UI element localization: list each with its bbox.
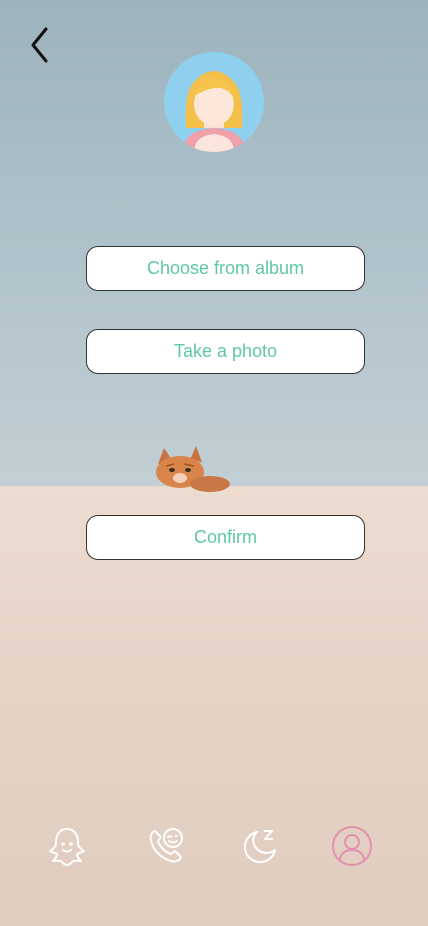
phone-icon [149,828,183,863]
choose-from-album-button[interactable]: Choose from album [86,246,365,291]
tab-sleep[interactable] [234,818,284,874]
tab-call[interactable] [141,818,191,874]
moon-sleep-icon [243,830,276,864]
chevron-left-icon [31,27,48,63]
back-button[interactable] [22,24,58,66]
avatar[interactable] [164,52,264,152]
choose-from-album-label: Choose from album [146,258,305,278]
bottom-tab-bar [0,818,428,878]
take-photo-label: Take a photo [173,341,278,361]
confirm-button[interactable]: Confirm [86,515,365,560]
girl-avatar-icon [164,52,264,152]
ghost-icon [49,828,85,866]
profile-icon [332,826,372,866]
cat-image [156,446,230,492]
take-photo-button[interactable]: Take a photo [86,329,365,374]
tab-profile[interactable] [327,818,377,874]
tab-ghost[interactable] [42,818,92,874]
confirm-label: Confirm [193,527,257,547]
